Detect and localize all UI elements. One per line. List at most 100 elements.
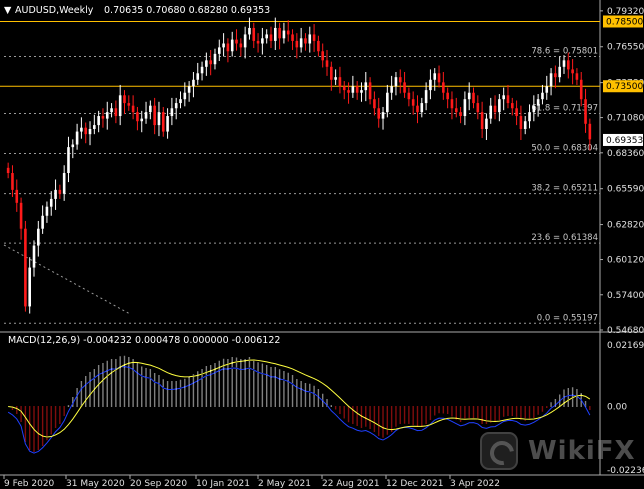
candle-body	[205, 60, 208, 67]
candle-body	[265, 34, 268, 39]
candle-body	[360, 90, 363, 93]
candle-body	[325, 60, 329, 67]
macd-tick-label: 0.021695	[607, 341, 644, 351]
candle-body	[381, 112, 385, 119]
candle-body	[239, 43, 243, 48]
candle-body	[571, 69, 574, 74]
fibonacci-retracement[interactable]: 78.6 = 0.75801 61.8 = 0.71397 50.0 = 0.683…	[3, 46, 600, 324]
fib-trendline[interactable]	[3, 244, 131, 315]
price-tick-label: 0.60120	[607, 256, 644, 266]
candle-body	[545, 86, 549, 93]
candle-body	[222, 43, 225, 48]
candle-body	[541, 92, 544, 100]
candle-body	[472, 92, 475, 104]
candle-body	[230, 39, 234, 52]
candle-body	[183, 92, 187, 100]
candle-body	[93, 125, 96, 129]
candle-body	[118, 95, 122, 117]
candle-body	[49, 198, 53, 207]
candle-body	[196, 73, 200, 80]
candle-body	[153, 105, 156, 126]
candle-body	[75, 131, 79, 145]
candle-body	[114, 108, 118, 117]
time-tick-label: 3 Apr 2022	[450, 479, 500, 489]
candle-body	[429, 79, 432, 91]
candle-body	[11, 173, 14, 190]
candle-body	[321, 51, 324, 61]
price-tick-label: 0.57400	[607, 291, 644, 301]
fib-level-label: 50.0 = 0.68304	[531, 144, 598, 154]
candle-body	[463, 99, 467, 117]
candle-body	[136, 112, 139, 122]
candle-body	[149, 105, 152, 113]
candle-body	[248, 27, 251, 35]
horizontal-lines[interactable]	[0, 20, 600, 87]
candle-body	[213, 53, 217, 65]
candle-body	[97, 116, 100, 126]
time-tick-label: 10 Jan 2021	[196, 479, 250, 489]
candle-body	[377, 108, 381, 119]
candle-body	[476, 103, 480, 113]
candle-body	[351, 86, 355, 93]
price-tick-label: 0.68360	[607, 149, 644, 159]
candle-body	[575, 73, 579, 80]
candle-body	[161, 112, 165, 132]
candle-body	[261, 38, 264, 44]
candle-body	[317, 40, 320, 52]
candle-body	[131, 105, 135, 113]
candle-body	[407, 92, 411, 100]
trading-chart[interactable]: 78.6 = 0.75801 61.8 = 0.71397 50.0 = 0.683…	[0, 0, 644, 489]
candle-body	[528, 112, 531, 122]
candle-body	[386, 92, 389, 113]
candle-body	[54, 189, 57, 199]
time-tick-label: 31 May 2020	[66, 479, 125, 489]
candle-body	[558, 66, 561, 78]
header-arrow-icon[interactable]: ▼	[4, 5, 12, 16]
candle-body	[567, 60, 570, 70]
candle-body	[493, 105, 497, 113]
candle-body	[584, 99, 587, 124]
candle-body	[209, 60, 212, 65]
fib-level-label: 78.6 = 0.75801	[531, 46, 598, 56]
candle-body	[41, 215, 44, 229]
time-tick-label: 20 Sep 2020	[130, 479, 187, 489]
candle-body	[347, 90, 350, 93]
candle-body	[588, 123, 592, 140]
candle-body	[187, 86, 191, 93]
time-tick-label: 22 Aug 2021	[322, 479, 380, 489]
candle-body	[398, 77, 402, 83]
candle-body	[62, 173, 66, 194]
candle-body	[278, 27, 281, 39]
candle-body	[19, 202, 23, 229]
candle-body	[200, 66, 204, 74]
candle-body	[110, 108, 113, 113]
candle-body	[299, 38, 303, 48]
candle-body	[420, 103, 424, 113]
candle-body	[274, 27, 277, 41]
candle-body	[45, 206, 49, 216]
candle-body	[67, 147, 70, 174]
candle-body	[373, 99, 376, 109]
candle-body	[15, 189, 19, 203]
candle-body	[390, 86, 393, 93]
candle-body	[549, 73, 553, 87]
candle-body	[243, 34, 247, 48]
candle-body	[579, 79, 583, 100]
candle-body	[166, 116, 169, 132]
candle-body	[304, 38, 307, 44]
candle-body	[235, 39, 238, 44]
candle-body	[256, 40, 260, 44]
candle-body	[286, 30, 290, 35]
candle-body	[433, 73, 437, 80]
candle-body	[84, 127, 88, 135]
candle-body	[532, 105, 536, 113]
price-tick-label: 0.62820	[607, 221, 644, 231]
price-tick-label: 0.71080	[607, 114, 644, 124]
candle-body	[437, 73, 441, 83]
candle-body	[157, 112, 161, 126]
time-tick-label: 12 Dec 2021	[386, 479, 444, 489]
macd-tick-label: -0.022368	[607, 466, 644, 476]
candle-body	[58, 189, 62, 194]
candle-body	[312, 34, 316, 41]
candle-body	[334, 77, 337, 80]
